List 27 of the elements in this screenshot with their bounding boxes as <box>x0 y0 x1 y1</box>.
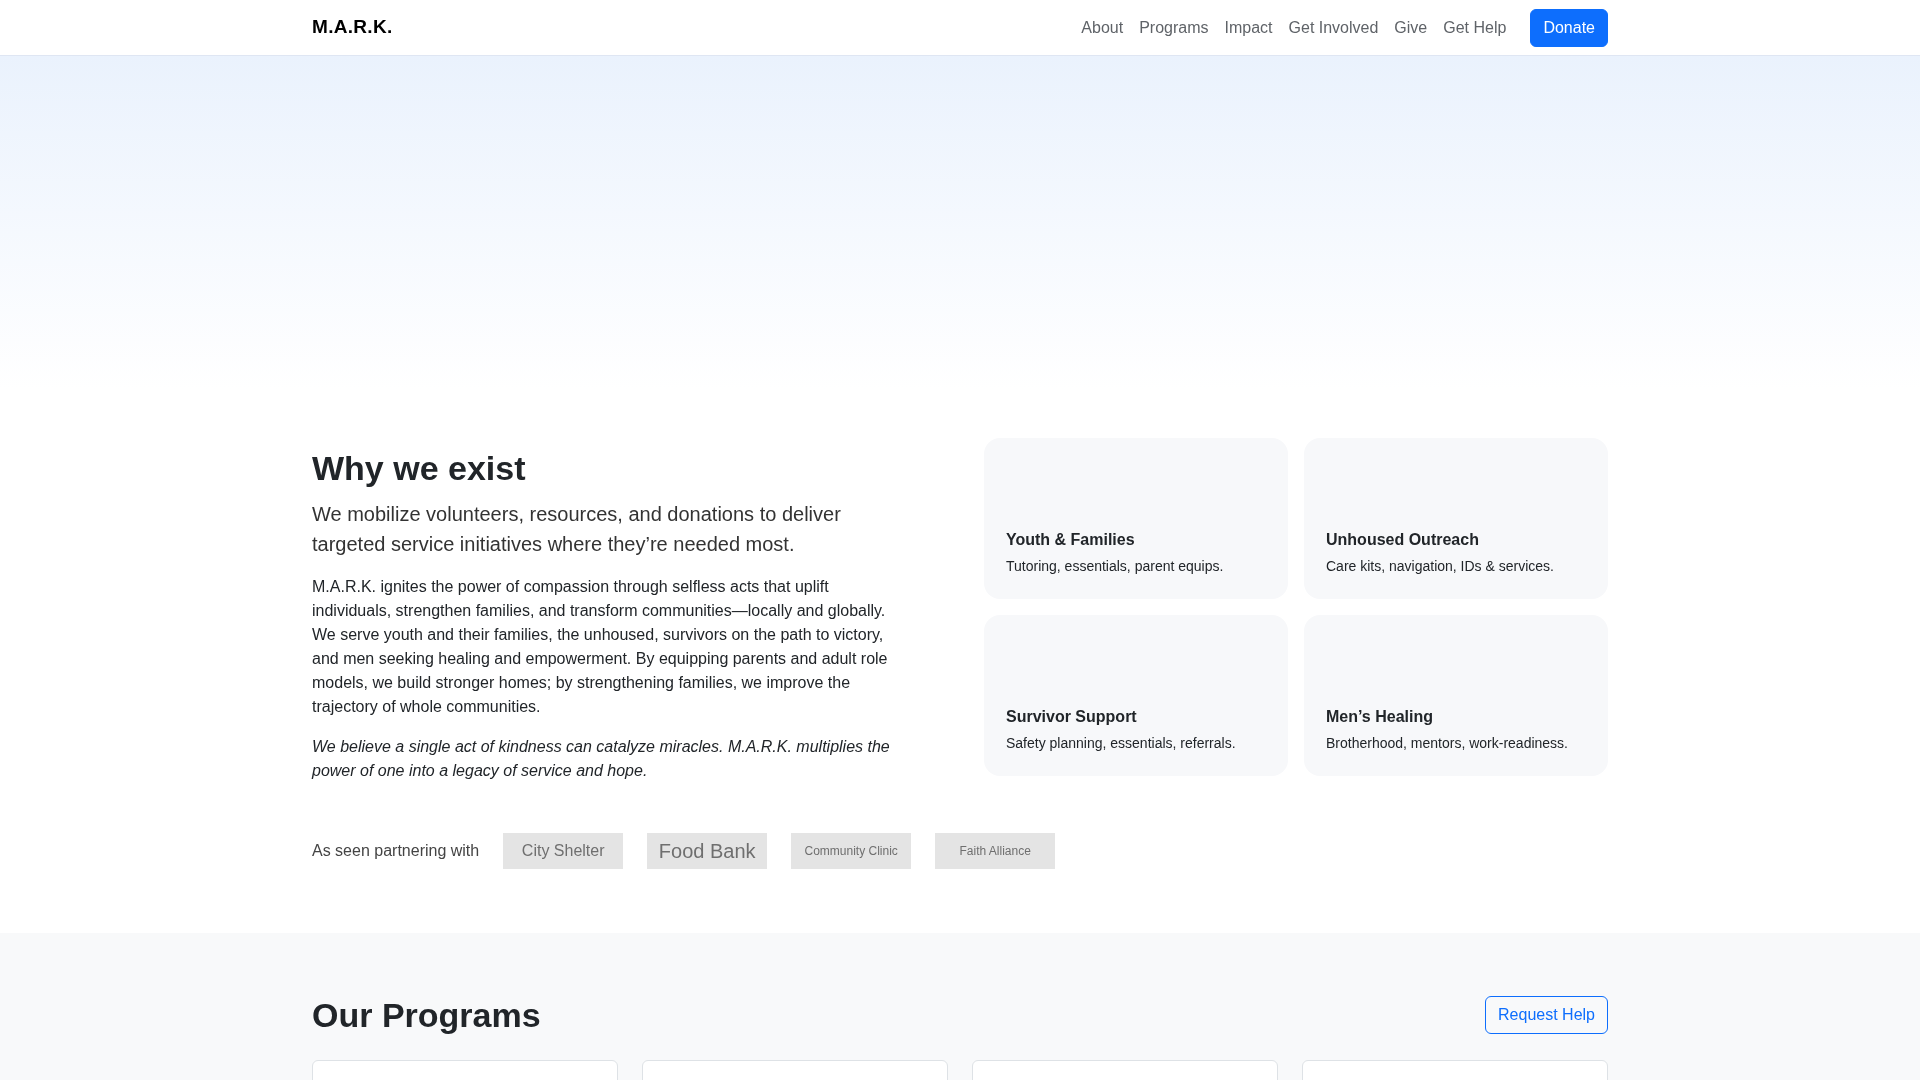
body-paragraph: M.A.R.K. ignites the power of compassion through selfless acts that uplift individuals, strengthen families, and transform communities—locally and globally. We serve youth and their families, the unhoused, survivors on the path to victory, and men seeking healing and empowerment. By equipping parents and adult role models, we build stronger homes; by strengthening families, we improve the trajectory of whole communities. <box>312 576 889 717</box>
nav-link[interactable]: Give <box>1386 15 1436 40</box>
card-text: Care kits, navigation, IDs & services. <box>1326 557 1555 576</box>
card-title: Survivor Support <box>1006 707 1138 727</box>
partners-label: As seen partnering with <box>312 840 480 861</box>
nav-link[interactable]: Impact <box>1216 15 1281 40</box>
nav-link[interactable]: About <box>1073 15 1132 40</box>
card-text: Brotherhood, mentors, work-readiness. <box>1326 734 1569 753</box>
card-title: Youth & Families <box>1006 530 1136 550</box>
brand-name[interactable]: M.A.R.K. <box>312 13 393 42</box>
partner-logo: Food Bank <box>647 832 768 869</box>
nav-link[interactable]: Get Help <box>1435 15 1515 40</box>
card-text: Tutoring, essentials, parent equips. <box>1006 557 1225 576</box>
section-heading: Our Programs <box>312 994 541 1036</box>
lead-paragraph: We mobilize volunteers, resources, and donations to deliver targeted service initiatives where they’re needed most. <box>312 501 842 557</box>
card-title: Unhoused Outreach <box>1326 530 1480 550</box>
partner-logo: Faith Alliance <box>935 832 1056 869</box>
donate-button[interactable]: Donate <box>1530 8 1608 47</box>
partner-logo: Community Clinic <box>791 832 912 869</box>
section-heading: Why we exist <box>312 448 527 489</box>
nav-link[interactable]: Get Involved <box>1280 15 1387 40</box>
nav-link[interactable]: Programs <box>1131 15 1217 40</box>
partner-logo: City Shelter <box>503 832 624 869</box>
card-text: Safety planning, essentials, referrals. <box>1006 734 1237 753</box>
request-help-button[interactable]: Request Help <box>1485 996 1608 1035</box>
card-title: Men’s Healing <box>1326 707 1434 727</box>
belief-paragraph: We believe a single act of kindness can catalyze miracles. M.A.R.K. multiplies the power of one into a legacy of service and hope. <box>312 736 891 781</box>
